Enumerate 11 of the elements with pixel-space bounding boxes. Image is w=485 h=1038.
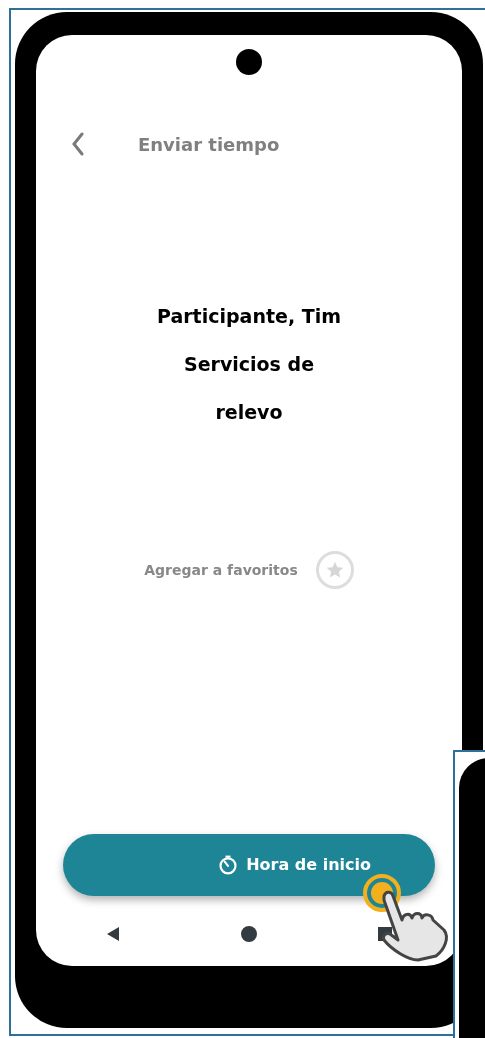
- favorites-label: Agregar a favoritos: [144, 560, 298, 580]
- screen-title: Enviar tiempo: [138, 132, 280, 157]
- nav-back-icon[interactable]: [106, 926, 120, 942]
- timer-icon: [218, 855, 239, 875]
- nav-home-icon[interactable]: [241, 926, 257, 942]
- participant-text: Servicios de: [183, 352, 315, 377]
- camera-icon: [236, 49, 262, 75]
- participant-text: Participante, Tim: [157, 304, 341, 329]
- participant-text: relevo: [215, 400, 283, 425]
- start-time-button[interactable]: Hora de inicio: [63, 834, 435, 896]
- back-icon: [71, 132, 85, 156]
